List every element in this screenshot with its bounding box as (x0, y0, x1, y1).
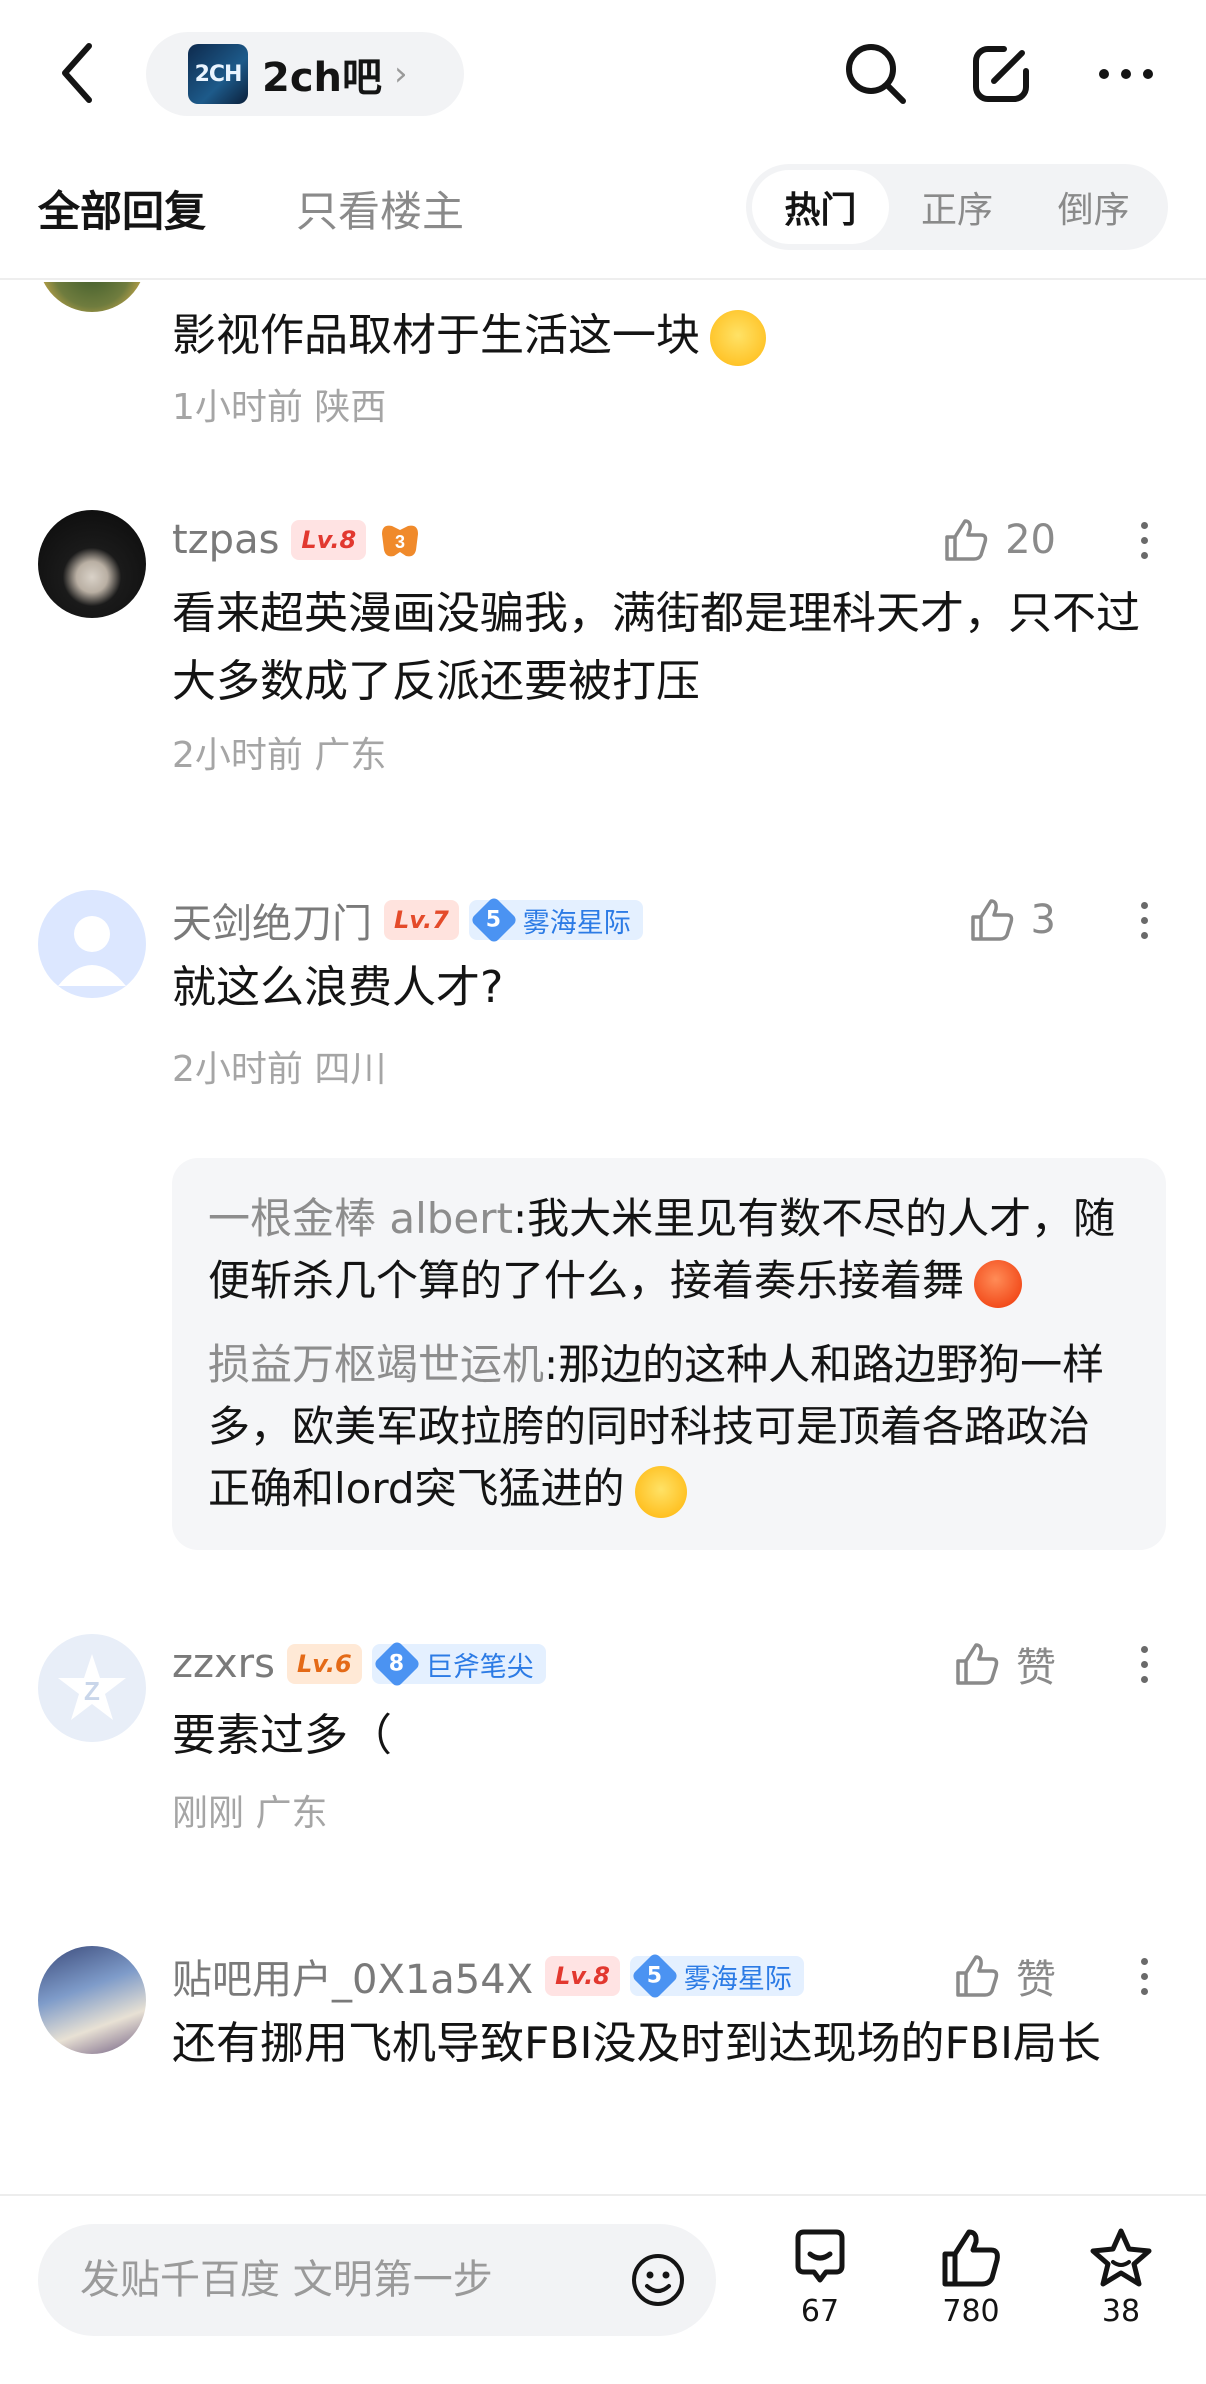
member-badge: 5 雾海星际 (629, 1951, 804, 2001)
user-info: 贴吧用户_0X1a54X Lv.8 5 雾海星际 (172, 1946, 804, 2006)
reply-input[interactable] (80, 2257, 600, 2303)
favorite-button[interactable]: 38 (1066, 2226, 1176, 2329)
comment-count: 67 (800, 2294, 840, 2329)
sub-reply: 损益万枢竭世运机:那边的这种人和路边野狗一样多，欧美军政拉胯的同时科技可是顶着各… (208, 1334, 1130, 1520)
like-label: 赞 (1016, 1645, 1056, 1691)
forum-name: 2ch吧 (262, 55, 383, 101)
sub-reply: 一根金棒 albert:我大米里见有数不尽的人才，随便斩杀几个算的了什么，接着奏… (208, 1188, 1130, 1312)
like-count: 780 (942, 2294, 1000, 2329)
comment-button[interactable]: 67 (765, 2226, 875, 2329)
level-badge: Lv.8 (545, 1956, 620, 1996)
svg-text:Z: Z (84, 1676, 100, 1706)
back-button[interactable] (52, 38, 102, 108)
username[interactable]: 天剑绝刀门 (172, 891, 372, 949)
thumbs-up-icon (956, 1955, 999, 1997)
laugh-emoji-icon (634, 1465, 687, 1518)
sort-switch: 热门 正序 倒序 (746, 164, 1168, 250)
sort-hot[interactable]: 热门 (752, 170, 889, 244)
reply-content: 要素过多（ (172, 1710, 392, 1761)
edit-icon (973, 46, 1029, 102)
default-avatar-icon: Z (58, 1654, 126, 1720)
avatar[interactable] (38, 890, 146, 998)
sub-replies[interactable]: 一根金棒 albert:我大米里见有数不尽的人才，随便斩杀几个算的了什么，接着奏… (172, 1158, 1166, 1550)
username[interactable]: 贴吧用户_0X1a54X (172, 1947, 533, 2005)
like-post-button[interactable]: 780 (916, 2226, 1026, 2329)
thumbs-up-icon (956, 1643, 999, 1685)
more-menu-button[interactable] (1090, 38, 1162, 110)
level-badge: Lv.6 (286, 1644, 362, 1684)
avatar[interactable]: Z (38, 1634, 146, 1742)
comment-icon (795, 2229, 845, 2283)
like-button[interactable]: 赞 (954, 1946, 1056, 2006)
reply-tabs: 全部回复 只看楼主 热门 正序 倒序 (0, 150, 1206, 280)
reply-more-button[interactable] (1134, 1946, 1154, 2006)
reply-meta: 2小时前 四川 (172, 1049, 387, 1090)
star-icon (1090, 2228, 1152, 2287)
sub-reply-user[interactable]: 一根金棒 albert (208, 1194, 513, 1243)
reply-content: 还有挪用飞机导致FBI没及时到达现场的FBI局长 (172, 2018, 1101, 2069)
reply-content: 影视作品取材于生活这一块 (172, 302, 1152, 370)
svg-text:3: 3 (395, 532, 405, 552)
like-button[interactable]: 20 (943, 510, 1056, 570)
edit-button[interactable] (965, 38, 1037, 110)
reply-more-button[interactable] (1134, 510, 1154, 570)
bottom-bar: 67 780 38 (0, 2194, 1206, 2384)
tab-op-only[interactable]: 只看楼主 (296, 178, 464, 239)
chevron-left-icon (62, 43, 92, 103)
default-avatar-icon (58, 916, 126, 986)
member-badge: 5 雾海星际 (468, 895, 643, 945)
smile-emoji-icon (710, 310, 766, 366)
more-icon (1099, 69, 1153, 79)
username[interactable]: tzpas (172, 517, 279, 563)
username[interactable]: zzxrs (172, 1641, 275, 1687)
avatar[interactable] (38, 282, 146, 312)
reply-meta: 刚刚 广东 (172, 1793, 328, 1834)
reply-content: 就这么浪费人才? (172, 962, 504, 1013)
like-label: 赞 (1016, 1957, 1056, 2003)
reply-meta: 1小时前 陕西 (172, 387, 387, 428)
emoji-icon[interactable] (628, 2250, 688, 2310)
like-button[interactable]: 3 (969, 890, 1056, 950)
avatar[interactable] (38, 1946, 146, 2054)
reply-more-button[interactable] (1134, 890, 1154, 950)
level-badge: Lv.8 (291, 520, 367, 560)
reply-more-button[interactable] (1134, 1634, 1154, 1694)
favorite-count: 38 (1101, 2294, 1141, 2329)
tab-all-replies[interactable]: 全部回复 (38, 178, 206, 239)
forum-entry[interactable]: 2CH 2ch吧 › (146, 32, 464, 116)
like-count: 3 (1030, 897, 1056, 943)
chevron-right-icon: › (394, 54, 408, 94)
reply-compose-box[interactable] (38, 2224, 716, 2336)
sort-descending[interactable]: 倒序 (1025, 170, 1162, 244)
reply-feed[interactable]: 影视作品取材于生活这一块 1小时前 陕西 tzpas Lv.8 3 20 看来超… (0, 282, 1206, 2194)
thumbs-up-icon (945, 519, 988, 561)
search-button[interactable] (840, 38, 912, 110)
sort-ascending[interactable]: 正序 (889, 170, 1026, 244)
user-info: zzxrs Lv.6 8 巨斧笔尖 (172, 1634, 546, 1694)
avatar[interactable] (38, 510, 146, 618)
reply-content: 看来超英漫画没骗我，满街都是理科天才，只不过大多数成了反派还要被打压 (172, 588, 1140, 707)
sub-reply-user[interactable]: 损益万枢竭世运机 (208, 1340, 544, 1389)
like-count: 20 (1005, 517, 1056, 563)
thumbs-up-icon (970, 899, 1013, 941)
like-button[interactable]: 赞 (954, 1634, 1056, 1694)
member-badge: 8 巨斧笔尖 (371, 1639, 546, 1689)
search-icon (846, 44, 906, 104)
angry-emoji-icon (974, 1259, 1023, 1308)
forum-logo: 2CH (188, 44, 248, 104)
level-badge: Lv.7 (384, 900, 459, 940)
top-bar: 2CH 2ch吧 › (0, 0, 1206, 150)
user-info: tzpas Lv.8 3 (172, 510, 422, 570)
user-info: 天剑绝刀门 Lv.7 5 雾海星际 (172, 890, 643, 950)
fan-badge-icon: 3 (378, 520, 422, 560)
reply-meta: 2小时前 广东 (172, 735, 387, 776)
thumbs-up-icon (942, 2229, 1000, 2287)
